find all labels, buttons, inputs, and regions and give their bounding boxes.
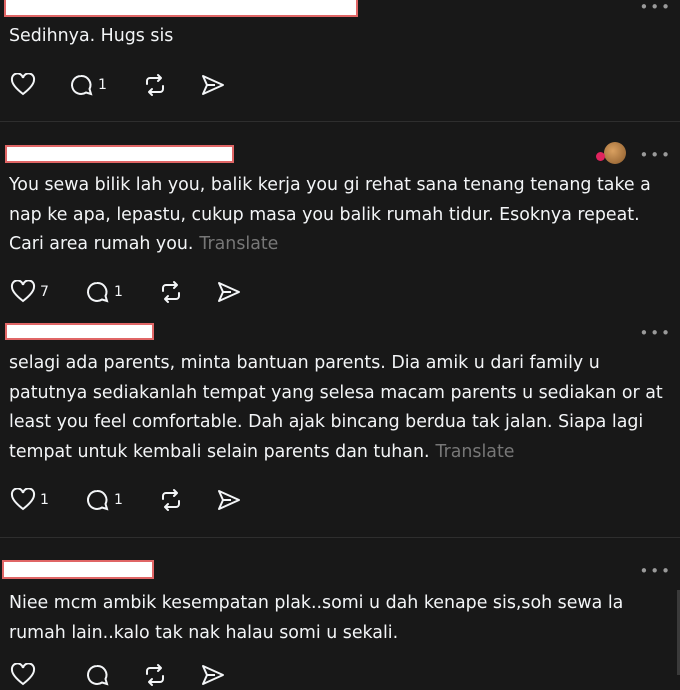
comment-icon — [87, 490, 109, 511]
reply-button[interactable]: 1 — [84, 485, 123, 515]
like-button[interactable]: 7 — [10, 277, 49, 307]
repost-icon — [146, 664, 164, 686]
send-icon — [202, 665, 224, 685]
like-button[interactable] — [10, 70, 40, 100]
divider — [0, 121, 680, 122]
repost-button[interactable] — [142, 660, 168, 690]
repost-button[interactable] — [158, 485, 184, 515]
repost-button[interactable] — [158, 277, 184, 307]
translate-link[interactable]: Translate — [436, 442, 515, 462]
redacted-username — [2, 560, 154, 579]
avatar[interactable] — [604, 142, 626, 164]
like-button[interactable] — [10, 660, 36, 690]
send-icon — [218, 282, 240, 302]
comment-icon — [71, 75, 93, 96]
repost-icon — [162, 489, 180, 511]
more-options-icon[interactable]: ••• — [639, 0, 672, 15]
heart-icon — [10, 663, 36, 686]
post-actions: 7 1 — [0, 277, 300, 307]
reply-button[interactable]: 1 — [84, 277, 123, 307]
post-text: Niee mcm ambik kesempatan plak..somi u d… — [9, 593, 624, 643]
share-button[interactable] — [200, 660, 226, 690]
more-options-icon[interactable]: ••• — [639, 564, 672, 579]
reply-button[interactable] — [84, 660, 110, 690]
heart-icon — [10, 73, 36, 96]
repost-button[interactable] — [142, 70, 168, 100]
liked-badge-icon — [596, 152, 605, 161]
repost-icon — [146, 74, 164, 96]
reply-count: 1 — [114, 492, 123, 508]
repost-icon — [162, 281, 180, 303]
redacted-username — [5, 145, 234, 163]
post-text: You sewa bilik lah you, balik kerja you … — [9, 171, 673, 260]
send-icon — [202, 75, 224, 95]
redacted-username — [5, 323, 154, 340]
like-count: 1 — [40, 492, 49, 508]
translate-link[interactable]: Translate — [199, 234, 278, 254]
post-body: You sewa bilik lah you, balik kerja you … — [9, 175, 651, 254]
post-actions — [0, 660, 300, 690]
post-text: Sedihnya. Hugs sis — [9, 26, 174, 46]
post-text: selagi ada parents, minta bantuan parent… — [9, 349, 673, 467]
divider — [0, 537, 680, 538]
like-button[interactable]: 1 — [10, 485, 49, 515]
share-button[interactable] — [216, 485, 242, 515]
reply-count: 1 — [98, 77, 107, 93]
post-actions: 1 — [0, 70, 300, 100]
comment-icon — [87, 665, 109, 686]
post-body: selagi ada parents, minta bantuan parent… — [9, 353, 663, 462]
heart-icon — [10, 488, 36, 511]
comment-icon — [87, 282, 109, 303]
reply-button[interactable]: 1 — [68, 70, 107, 100]
share-button[interactable] — [200, 70, 226, 100]
redacted-username — [4, 0, 358, 17]
like-count: 7 — [40, 284, 49, 300]
post-actions: 1 1 — [0, 485, 300, 515]
more-options-icon[interactable]: ••• — [639, 148, 672, 163]
heart-icon — [10, 280, 36, 303]
reply-count: 1 — [114, 284, 123, 300]
send-icon — [218, 490, 240, 510]
share-button[interactable] — [216, 277, 242, 307]
more-options-icon[interactable]: ••• — [639, 326, 672, 341]
